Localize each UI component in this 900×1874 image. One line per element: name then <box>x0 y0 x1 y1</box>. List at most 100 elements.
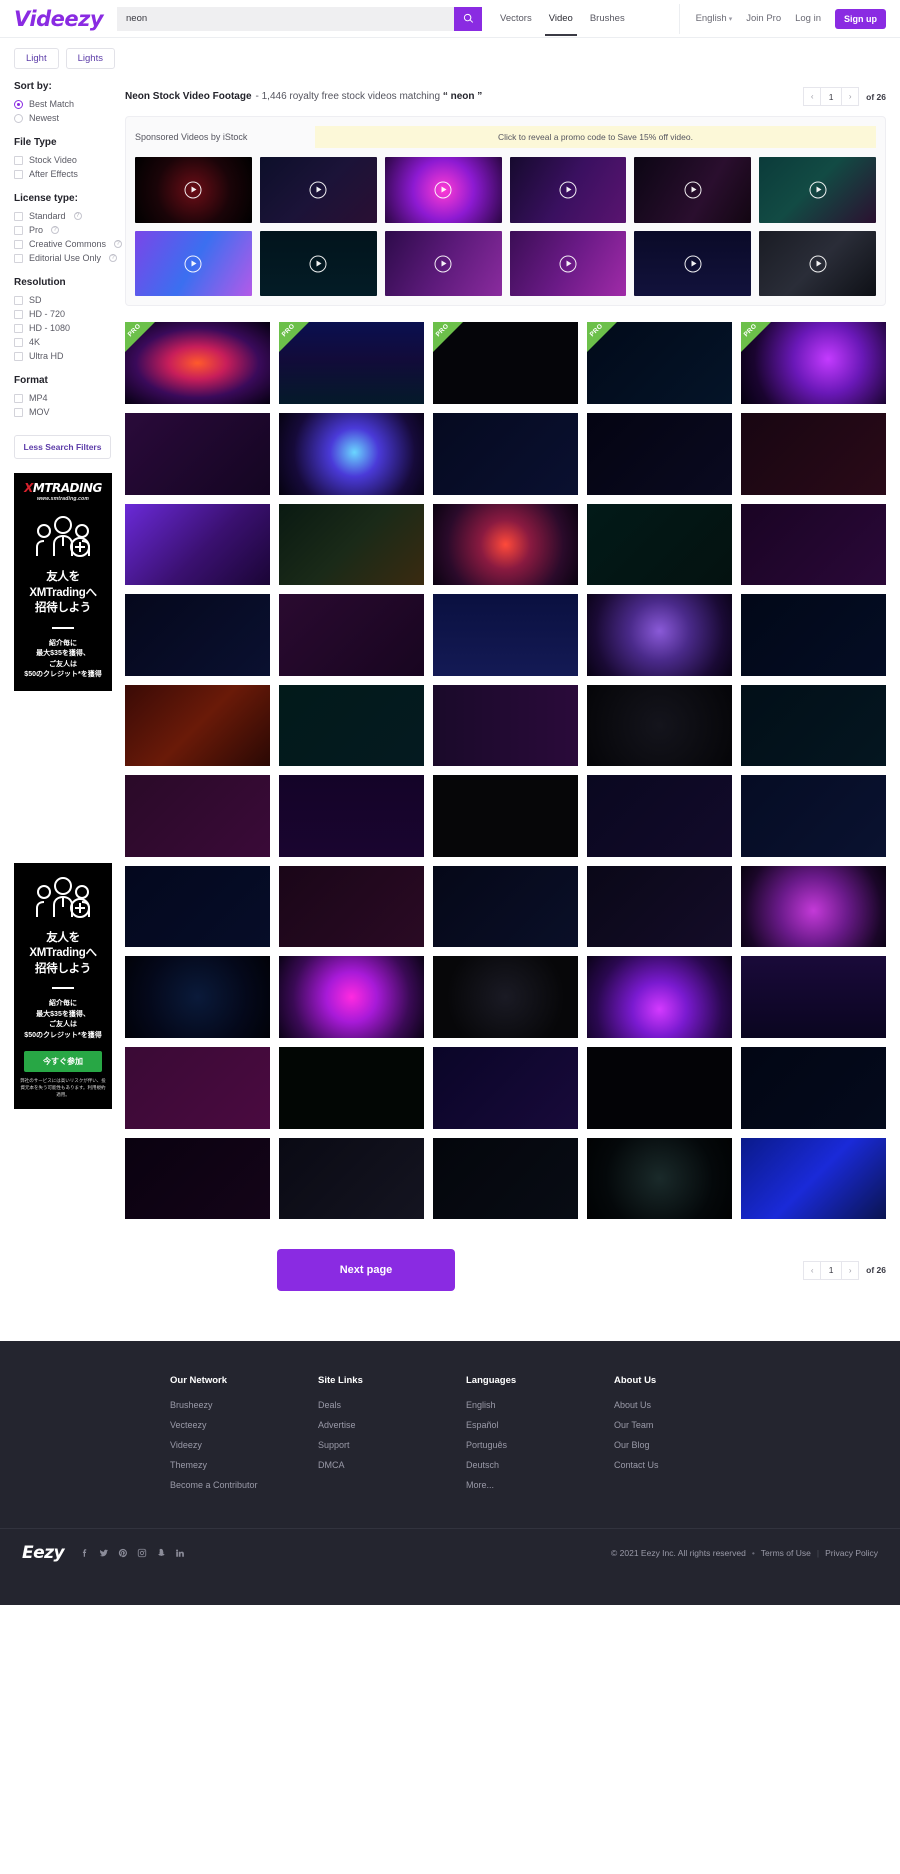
pagination-prev-button[interactable]: ‹ <box>803 87 822 106</box>
video-card[interactable] <box>433 956 578 1038</box>
pagination-current-page[interactable]: 1 <box>820 1260 843 1280</box>
video-card[interactable] <box>433 684 578 767</box>
filter-hd-1080[interactable]: HD - 1080 <box>14 323 125 333</box>
footer-link[interactable]: DMCA <box>318 1460 466 1470</box>
video-card[interactable] <box>279 503 424 586</box>
video-card[interactable] <box>279 775 424 857</box>
filter-pro[interactable]: Pro ? <box>14 225 125 235</box>
videezy-logo[interactable]: Videezy <box>14 7 104 31</box>
pinterest-icon[interactable] <box>118 1548 128 1558</box>
search-button[interactable] <box>454 6 483 31</box>
sponsored-thumb[interactable] <box>259 230 377 297</box>
video-card[interactable] <box>279 956 424 1038</box>
footer-link[interactable]: Become a Contributor <box>170 1480 318 1490</box>
footer-link[interactable]: English <box>466 1400 614 1410</box>
play-icon[interactable] <box>184 255 202 273</box>
video-card[interactable] <box>125 775 270 857</box>
linkedin-icon[interactable] <box>175 1548 185 1558</box>
play-icon[interactable] <box>309 181 327 199</box>
video-card[interactable] <box>587 594 732 676</box>
video-card[interactable] <box>587 684 732 767</box>
filter-editorial-use-only[interactable]: Editorial Use Only ? <box>14 253 125 263</box>
play-icon[interactable] <box>559 181 577 199</box>
checkbox-icon[interactable] <box>14 351 23 361</box>
video-card[interactable] <box>125 684 270 767</box>
promo-code-banner[interactable]: Click to reveal a promo code to Save 15%… <box>315 126 876 148</box>
video-card[interactable] <box>433 1137 578 1220</box>
terms-of-use-link[interactable]: Terms of Use <box>761 1548 811 1558</box>
join-pro-link[interactable]: Join Pro <box>746 13 781 24</box>
checkbox-icon[interactable] <box>14 337 23 347</box>
video-card[interactable]: PRO <box>279 322 424 404</box>
footer-link[interactable]: Our Team <box>614 1420 762 1430</box>
footer-link[interactable]: Our Blog <box>614 1440 762 1450</box>
footer-link[interactable]: Deals <box>318 1400 466 1410</box>
pagination-next-button[interactable]: › <box>841 87 860 106</box>
video-card[interactable] <box>741 594 886 676</box>
help-icon[interactable]: ? <box>114 240 123 248</box>
video-card[interactable] <box>125 413 270 495</box>
pagination-next-button[interactable]: › <box>841 1260 860 1280</box>
video-card[interactable]: PRO <box>125 322 270 404</box>
facebook-icon[interactable] <box>80 1548 90 1558</box>
less-search-filters-button[interactable]: Less Search Filters <box>14 435 111 459</box>
footer-link[interactable]: Contact Us <box>614 1460 762 1470</box>
play-icon[interactable] <box>809 181 827 199</box>
video-card[interactable] <box>741 503 886 586</box>
pagination-prev-button[interactable]: ‹ <box>803 1260 822 1280</box>
sign-up-button[interactable]: Sign up <box>835 8 886 29</box>
filter-creative-commons[interactable]: Creative Commons ? <box>14 239 125 249</box>
checkbox-icon[interactable] <box>14 323 23 333</box>
video-card[interactable] <box>741 956 886 1038</box>
video-card[interactable] <box>279 413 424 495</box>
nav-brushes[interactable]: Brushes <box>590 2 625 35</box>
video-card[interactable] <box>125 594 270 676</box>
search-input[interactable] <box>117 6 455 31</box>
video-card[interactable] <box>587 775 732 857</box>
video-card[interactable] <box>741 1137 886 1220</box>
play-icon[interactable] <box>184 181 202 199</box>
ad-cta-button[interactable]: 今すぐ参加 <box>24 1051 102 1073</box>
sponsored-thumb[interactable] <box>634 157 752 223</box>
checkbox-icon[interactable] <box>14 155 23 165</box>
footer-link[interactable]: More... <box>466 1480 614 1490</box>
video-card[interactable] <box>433 1046 578 1129</box>
sponsored-thumb[interactable] <box>759 157 876 223</box>
sponsored-thumb[interactable] <box>135 157 252 223</box>
footer-link[interactable]: Brusheezy <box>170 1400 318 1410</box>
pagination-current-page[interactable]: 1 <box>820 87 843 106</box>
video-card[interactable] <box>741 684 886 767</box>
play-icon[interactable] <box>809 255 827 273</box>
footer-link[interactable]: Themezy <box>170 1460 318 1470</box>
play-icon[interactable] <box>434 181 452 199</box>
video-card[interactable] <box>433 413 578 495</box>
filter-ultra-hd[interactable]: Ultra HD <box>14 351 125 361</box>
play-icon[interactable] <box>434 255 452 273</box>
video-card[interactable] <box>279 684 424 767</box>
footer-link[interactable]: Vecteezy <box>170 1420 318 1430</box>
sponsored-thumb[interactable] <box>384 230 502 297</box>
filter-standard[interactable]: Standard ? <box>14 211 125 221</box>
play-icon[interactable] <box>684 181 702 199</box>
sort-option-best-match[interactable]: Best Match <box>14 99 125 109</box>
sort-option-newest[interactable]: Newest <box>14 113 125 123</box>
checkbox-icon[interactable] <box>14 169 23 179</box>
video-card[interactable] <box>741 865 886 948</box>
video-card[interactable] <box>433 865 578 948</box>
video-card[interactable] <box>741 413 886 495</box>
play-icon[interactable] <box>309 255 327 273</box>
video-card[interactable] <box>587 503 732 586</box>
sponsored-thumb[interactable] <box>509 157 627 223</box>
sponsored-thumb[interactable] <box>259 157 377 223</box>
sidebar-ad-bottom[interactable]: 友人を XMTradingへ 招待しよう 紹介毎に 最大$35を獲得、 ご友人は $50の… <box>14 862 112 1109</box>
filter-after-effects[interactable]: After Effects <box>14 169 125 179</box>
play-icon[interactable] <box>559 255 577 273</box>
video-card[interactable] <box>279 1137 424 1220</box>
footer-link[interactable]: Advertise <box>318 1420 466 1430</box>
footer-link[interactable]: Português <box>466 1440 614 1450</box>
snapchat-icon[interactable] <box>156 1548 166 1558</box>
filter-mp4[interactable]: MP4 <box>14 393 125 403</box>
filter-sd[interactable]: SD <box>14 295 125 305</box>
eezy-logo[interactable]: Eezy <box>22 1543 65 1563</box>
video-card[interactable]: PRO <box>741 322 886 404</box>
